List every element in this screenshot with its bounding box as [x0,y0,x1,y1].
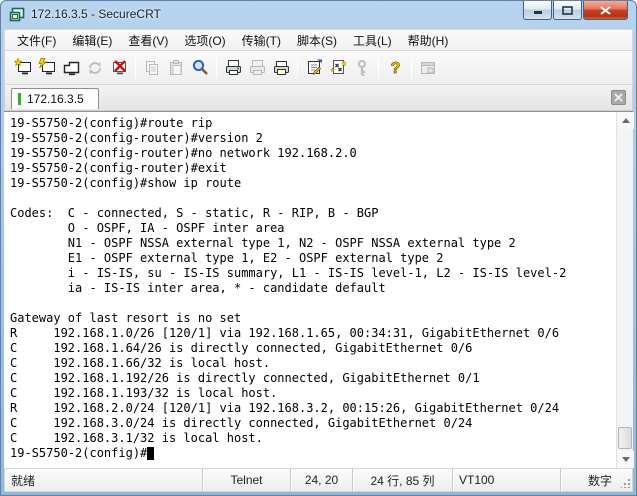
run-script-icon[interactable] [326,56,350,80]
securecrt-app-icon [9,7,25,23]
session-options-icon[interactable] [302,56,326,80]
session-tab[interactable]: 172.16.3.5 [11,88,99,109]
connect-in-tab-icon[interactable] [59,56,83,80]
menu-transfer[interactable]: 传输(T) [234,30,289,51]
terminal-cursor [147,447,154,460]
terminal-line: Gateway of last resort is no set [10,311,616,326]
find-icon[interactable] [188,56,212,80]
paste-icon[interactable] [164,56,188,80]
menu-edit[interactable]: 编辑(E) [64,30,120,51]
terminal-area[interactable]: 19-S5750-2(config)#route rip 19-S5750-2(… [4,111,633,468]
terminal-line: 19-S5750-2(config-router)#no network 192… [10,146,616,161]
menu-help[interactable]: 帮助(H) [400,30,457,51]
terminal-line: C 192.168.1.193/32 is local host. [10,386,616,401]
close-button[interactable] [583,1,628,20]
tab-bar: 172.16.3.5 [4,85,633,111]
scroll-up-icon[interactable] [617,112,634,129]
terminal-line: C 192.168.1.66/32 is local host. [10,356,616,371]
terminal-line: 19-S5750-2(config-router)#exit [10,161,616,176]
menu-file[interactable]: 文件(F) [9,30,64,51]
disconnect-icon[interactable] [107,56,131,80]
toolbar-separator [411,58,412,78]
status-num-lock: 数字 [560,469,618,491]
tab-label: 172.16.3.5 [27,92,84,106]
scroll-down-icon[interactable] [617,451,634,468]
terminal-line: Codes: C - connected, S - static, R - RI… [10,206,616,221]
terminal-line: R 192.168.2.0/24 [120/1] via 192.168.3.2… [10,401,616,416]
toolbar-separator [135,58,136,78]
print-icon[interactable] [221,56,245,80]
securecrt-window: 172.16.3.5 - SecureCRT 文件(F) 编辑(E) 查看(V)… [0,0,637,496]
resize-grip-icon[interactable] [618,469,632,491]
terminal-output[interactable]: 19-S5750-2(config)#route rip 19-S5750-2(… [4,112,616,468]
terminal-line: E1 - OSPF external type 1, E2 - OSPF ext… [10,251,616,266]
status-bar: 就绪 Telnet 24, 20 24 行, 85 列 VT100 数字 [4,468,633,492]
terminal-line: 19-S5750-2(config)#route rip [10,116,616,131]
terminal-line: ia - IS-IS inter area, * - candidate def… [10,281,616,296]
terminal-line: R 192.168.1.0/26 [120/1] via 192.168.1.6… [10,326,616,341]
menu-options[interactable]: 选项(O) [176,30,233,51]
terminal-line: O - OSPF, IA - OSPF inter area [10,221,616,236]
terminal-line: N1 - OSPF NSSA external type 1, N2 - OSP… [10,236,616,251]
svg-text:?: ? [390,60,400,77]
menu-tools[interactable]: 工具(L) [345,30,400,51]
terminal-line: C 192.168.3.1/32 is local host. [10,431,616,446]
status-protocol: Telnet [202,469,290,491]
status-terminal-size: 24 行, 85 列 [352,469,452,491]
securefx-icon[interactable] [416,56,440,80]
key-icon[interactable] [350,56,374,80]
title-bar[interactable]: 172.16.3.5 - SecureCRT [1,1,636,29]
maximize-button[interactable] [553,1,582,20]
tab-connected-indicator [18,93,21,105]
terminal-prompt-line: 19-S5750-2(config)# [10,446,616,461]
terminal-line [10,296,616,311]
toolbar-separator [216,58,217,78]
print-preview-icon[interactable] [245,56,269,80]
toolbar-separator [297,58,298,78]
tab-close-icon[interactable] [611,90,626,105]
terminal-line: C 192.168.1.64/26 is directly connected,… [10,341,616,356]
reconnect-icon[interactable] [83,56,107,80]
status-cursor-position: 24, 20 [290,469,352,491]
terminal-line: 19-S5750-2(config-router)#version 2 [10,131,616,146]
connect-icon[interactable] [35,56,59,80]
terminal-line: C 192.168.3.0/24 is directly connected, … [10,416,616,431]
status-emulation: VT100 [452,469,560,491]
toolbar: ? [4,51,633,85]
minimize-button[interactable] [523,1,552,20]
printer-setup-icon[interactable] [269,56,293,80]
terminal-line: C 192.168.1.192/26 is directly connected… [10,371,616,386]
terminal-line [10,191,616,206]
menu-view[interactable]: 查看(V) [120,30,176,51]
help-icon[interactable]: ? [383,56,407,80]
scrollbar-thumb[interactable] [618,427,632,449]
vertical-scrollbar[interactable] [616,112,633,468]
menu-script[interactable]: 脚本(S) [289,30,345,51]
copy-icon[interactable] [140,56,164,80]
terminal-line: 19-S5750-2(config)#show ip route [10,176,616,191]
menu-bar: 文件(F) 编辑(E) 查看(V) 选项(O) 传输(T) 脚本(S) 工具(L… [4,29,633,51]
terminal-line: i - IS-IS, su - IS-IS summary, L1 - IS-I… [10,266,616,281]
status-ready: 就绪 [5,469,202,491]
terminal-prompt: 19-S5750-2(config)# [10,446,147,460]
quick-connect-icon[interactable] [11,56,35,80]
toolbar-separator [378,58,379,78]
window-title: 172.16.3.5 - SecureCRT [31,7,161,21]
